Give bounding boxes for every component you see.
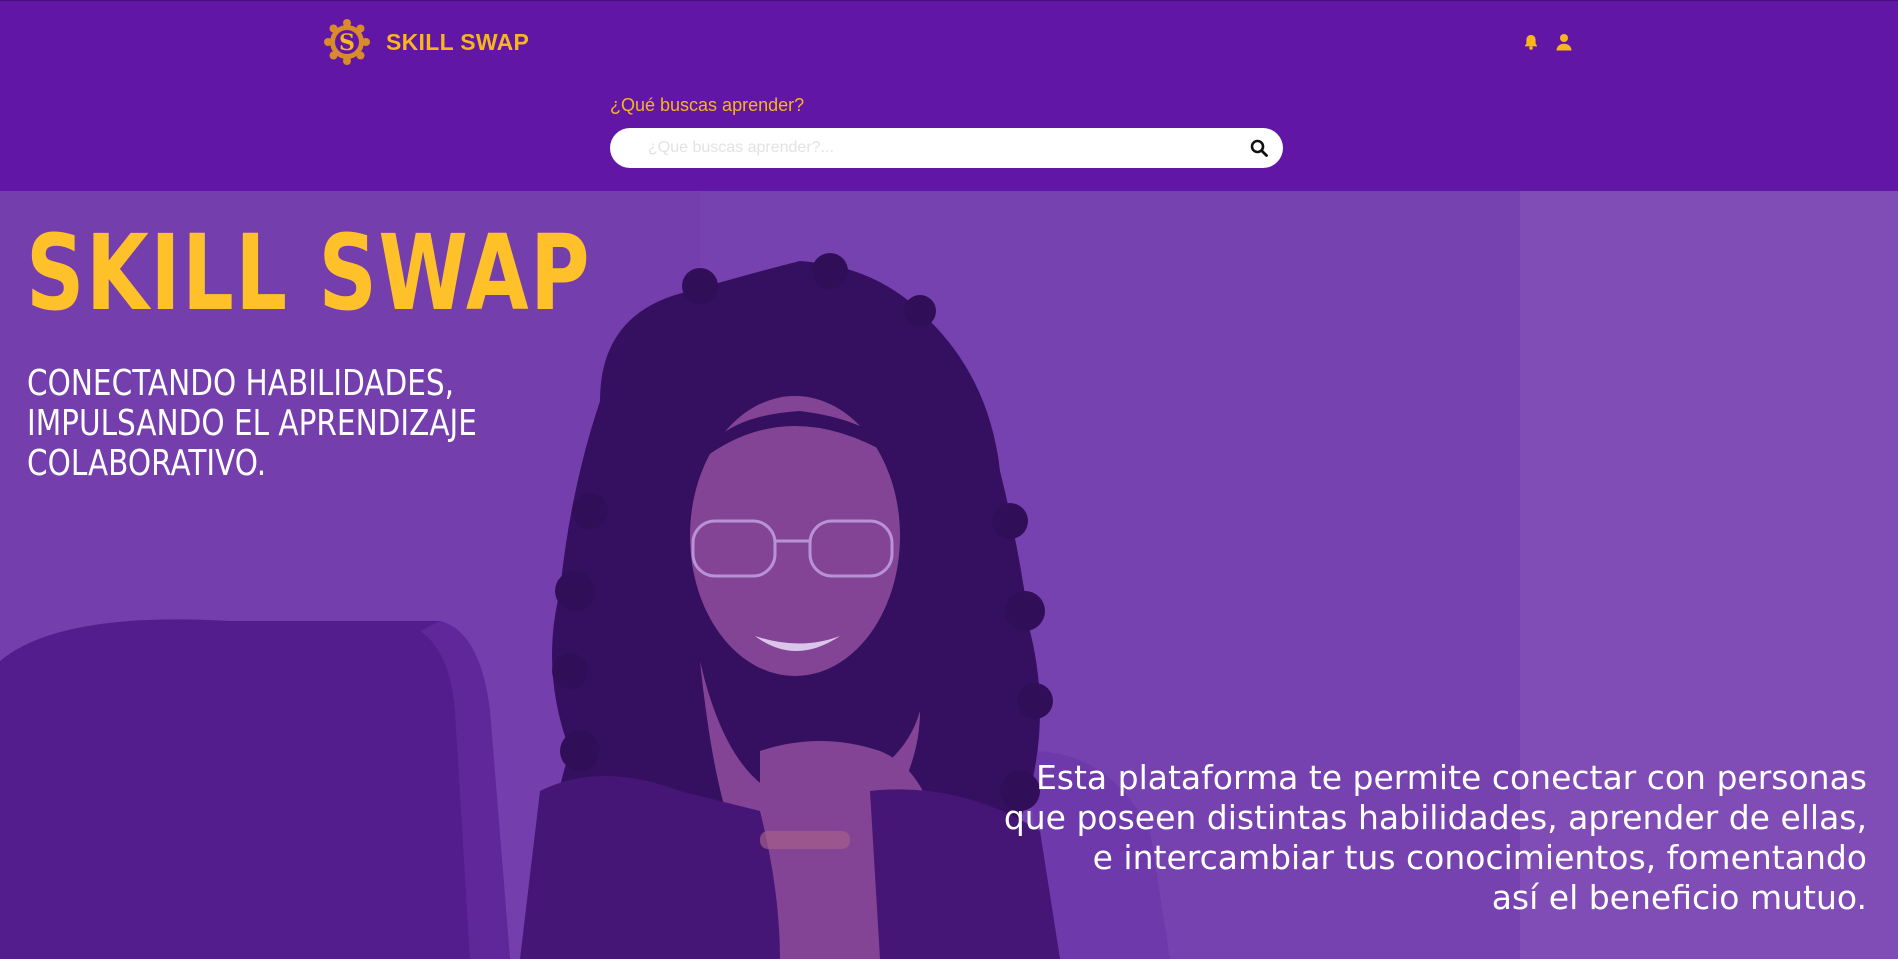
svg-text:S: S — [339, 30, 355, 56]
hero-tagline-line: CONECTANDO HABILIDADES, — [27, 363, 454, 404]
hero-section: SKILL SWAP CONECTANDO HABILIDADES, IMPUL… — [0, 191, 1898, 959]
user-icon[interactable] — [1554, 32, 1574, 52]
header-icons — [1521, 32, 1574, 52]
hero-description-line: e intercambiar tus conocimientos, foment… — [1092, 838, 1867, 877]
hero-title: SKILL SWAP — [26, 212, 592, 334]
hero-description: Esta plataforma te permite conectar con … — [907, 758, 1867, 918]
search-input[interactable] — [648, 128, 1228, 168]
search-label: ¿Qué buscas aprender? — [610, 95, 805, 115]
search-icon[interactable] — [1249, 138, 1269, 158]
hero-description-line: Esta plataforma te permite conectar con … — [1035, 758, 1867, 797]
search-bar — [610, 128, 1283, 168]
brand-name: SKILL SWAP — [386, 28, 530, 55]
top-header: S SKILL SWAP ¿Qué buscas aprender? — [0, 0, 1898, 191]
hero-tagline-line: IMPULSANDO EL APRENDIZAJE — [27, 403, 477, 444]
hero-description-line: que poseen distintas habilidades, aprend… — [1003, 798, 1867, 837]
brand[interactable]: S SKILL SWAP — [322, 17, 529, 67]
hero-description-line: así el beneficio mutuo. — [1491, 878, 1867, 917]
hero-tagline-line: COLABORATIVO. — [27, 443, 267, 484]
hero-tagline: CONECTANDO HABILIDADES, IMPULSANDO EL AP… — [27, 364, 477, 484]
bell-icon[interactable] — [1521, 32, 1541, 52]
gear-s-logo-icon: S — [324, 19, 370, 65]
